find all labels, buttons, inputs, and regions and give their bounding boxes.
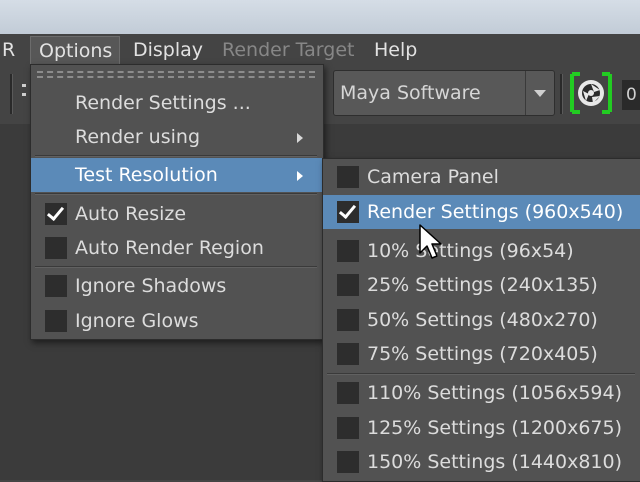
menu-display[interactable]: Display (125, 36, 211, 64)
toolbar-separator (10, 74, 13, 114)
menu-item-label: 150% Settings (1440x810) (367, 451, 623, 473)
menu-item-ignore-shadows[interactable]: Ignore Shadows (31, 269, 323, 303)
checkbox-icon[interactable] (337, 166, 359, 188)
menu-item-ignore-glows[interactable]: Ignore Glows (31, 304, 323, 338)
menu-item-render-using[interactable]: Render using (31, 120, 323, 154)
menu-item-label: 25% Settings (240x135) (367, 274, 598, 296)
menu-item-110-percent[interactable]: 110% Settings (1056x594) (323, 376, 640, 410)
menu-item-camera-panel[interactable]: Camera Panel (323, 160, 640, 194)
renderer-dropdown-value: Maya Software (340, 82, 481, 104)
menu-item-test-resolution[interactable]: Test Resolution (31, 158, 323, 192)
menu-separator (35, 155, 317, 157)
checkmark-icon[interactable] (45, 203, 67, 225)
menu-item-label: Test Resolution (75, 164, 218, 186)
checkbox-icon[interactable] (337, 343, 359, 365)
checkbox-icon[interactable] (45, 310, 67, 332)
menu-item-auto-resize[interactable]: Auto Resize (31, 197, 323, 231)
submenu-arrow-icon (297, 171, 303, 181)
menu-item-75-percent[interactable]: 75% Settings (720x405) (323, 337, 640, 371)
menu-separator (35, 193, 317, 195)
checkbox-icon[interactable] (337, 309, 359, 331)
checkbox-icon[interactable] (337, 274, 359, 296)
render-camera-icon[interactable] (568, 70, 614, 116)
window-title-strip (0, 0, 640, 34)
menu-item-50-percent[interactable]: 50% Settings (480x270) (323, 303, 640, 337)
menu-item-auto-render-region[interactable]: Auto Render Region (31, 231, 323, 265)
menu-item-label: Auto Render Region (75, 237, 264, 259)
mouse-cursor-icon (419, 224, 442, 259)
checkmark-icon[interactable] (337, 201, 359, 223)
menu-options[interactable]: Options (30, 36, 120, 65)
menu-item-125-percent[interactable]: 125% Settings (1200x675) (323, 411, 640, 445)
menu-render-target[interactable]: Render Target (214, 36, 362, 64)
menu-item-render-settings[interactable]: Render Settings ... (31, 86, 323, 120)
checkbox-icon[interactable] (337, 417, 359, 439)
checkbox-icon[interactable] (45, 237, 67, 259)
menu-item-label: Ignore Glows (75, 310, 199, 332)
menu-separator (35, 266, 317, 268)
menu-item-label: 110% Settings (1056x594) (367, 382, 623, 404)
menu-item-10-percent[interactable]: 10% Settings (96x54) (323, 234, 640, 268)
menu-item-label: 125% Settings (1200x675) (367, 417, 623, 439)
tearoff-line[interactable] (37, 71, 315, 73)
menu-help[interactable]: Help (366, 36, 425, 64)
toolbar-separator-2 (560, 74, 563, 114)
menu-item-25-percent[interactable]: 25% Settings (240x135) (323, 268, 640, 302)
submenu-arrow-icon (297, 133, 303, 143)
menu-item-render-settings-res[interactable]: Render Settings (960x540) (323, 195, 640, 229)
tearoff-line-2 (37, 76, 315, 78)
test-resolution-submenu: Camera Panel Render Settings (960x540) 1… (322, 158, 640, 482)
menu-item-label: Render Settings ... (75, 92, 251, 114)
menu-item-label: Auto Resize (75, 203, 187, 225)
menu-item-label: Ignore Shadows (75, 275, 227, 297)
checkbox-icon[interactable] (337, 382, 359, 404)
renderer-dropdown[interactable]: Maya Software (333, 70, 555, 116)
menu-item-label: 75% Settings (720x405) (367, 343, 598, 365)
menubar: R Options Display Render Target Help (0, 34, 640, 66)
toolbar-grip-icon (20, 78, 28, 106)
checkbox-icon[interactable] (337, 240, 359, 262)
toolbar-value-field[interactable]: 0 (622, 80, 640, 110)
menu-item-label: Camera Panel (367, 166, 499, 188)
menu-render[interactable]: R (0, 36, 23, 64)
menu-item-label: 50% Settings (480x270) (367, 309, 598, 331)
menu-item-label: Render using (75, 126, 201, 148)
chevron-down-icon[interactable] (525, 71, 554, 115)
checkbox-icon[interactable] (45, 275, 67, 297)
menu-item-150-percent[interactable]: 150% Settings (1440x810) (323, 445, 640, 479)
menu-item-label: 10% Settings (96x54) (367, 240, 574, 262)
menu-item-label: Render Settings (960x540) (367, 201, 624, 223)
options-menu: Render Settings ... Render using Test Re… (30, 64, 324, 340)
menu-separator (327, 373, 635, 375)
checkbox-icon[interactable] (337, 451, 359, 473)
